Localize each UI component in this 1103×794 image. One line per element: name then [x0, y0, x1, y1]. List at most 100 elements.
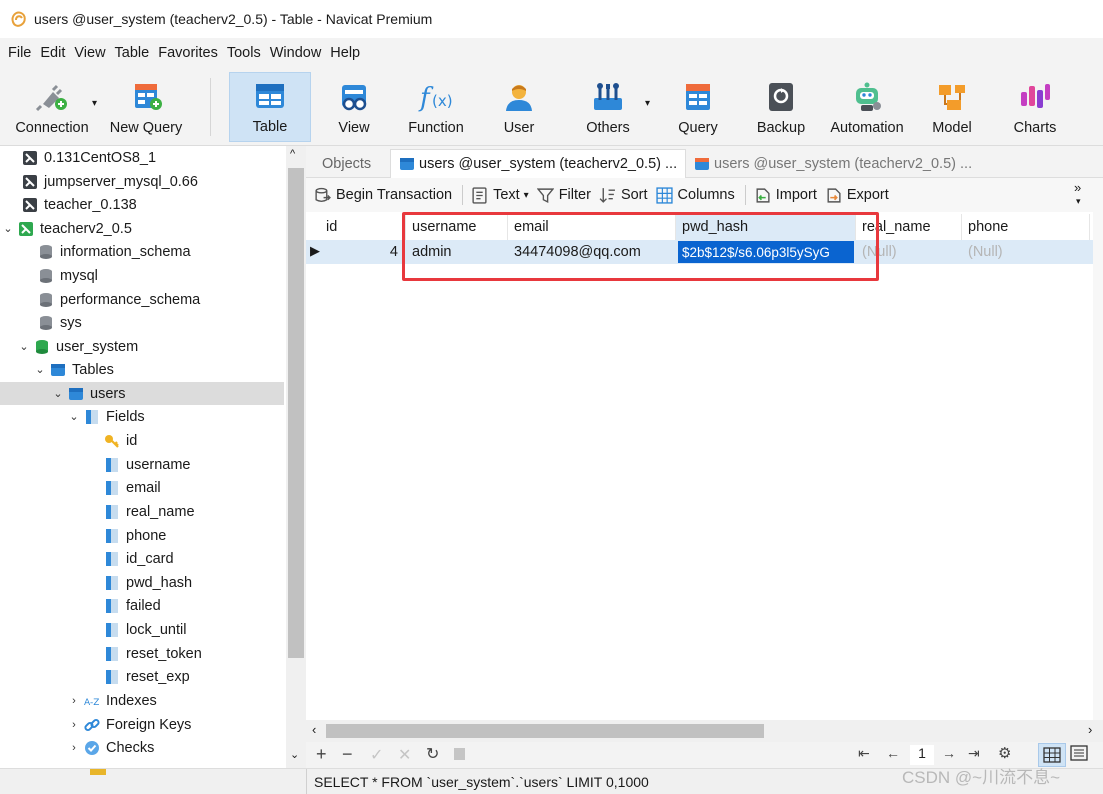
menu-favorites[interactable]: Favorites: [158, 45, 218, 61]
tree-fields[interactable]: ⌄ Fields: [68, 405, 144, 428]
text-button[interactable]: Text ▾: [471, 186, 529, 204]
form-view-button[interactable]: [1070, 745, 1088, 766]
tree-field[interactable]: reset_exp: [104, 665, 190, 688]
query-button[interactable]: Query: [664, 72, 732, 142]
table-button[interactable]: Table: [229, 72, 311, 142]
scroll-right-icon[interactable]: ›: [1088, 722, 1092, 737]
grid-vertical-scrollbar[interactable]: [1093, 212, 1103, 720]
table-icon: [69, 387, 83, 400]
begin-transaction-button[interactable]: Begin Transaction: [314, 187, 452, 204]
cell-phone[interactable]: (Null): [962, 240, 1090, 264]
previous-page-icon[interactable]: ←: [886, 745, 900, 761]
stop-icon[interactable]: [454, 748, 465, 760]
chevron-down-icon[interactable]: ⌄: [68, 410, 80, 423]
scroll-up-icon[interactable]: ^: [290, 148, 295, 160]
tree-database[interactable]: information_schema: [38, 240, 191, 263]
user-icon: [506, 85, 532, 111]
sidebar-scroll-thumb[interactable]: [288, 168, 304, 658]
tree-checks[interactable]: › Checks: [68, 736, 154, 759]
last-page-icon[interactable]: ⇥: [968, 745, 980, 762]
tree-field[interactable]: pwd_hash: [104, 571, 192, 594]
charts-button[interactable]: Charts: [1000, 72, 1070, 142]
tree-field[interactable]: real_name: [104, 500, 195, 523]
tree-field[interactable]: phone: [104, 524, 166, 547]
tree-connection-open[interactable]: ⌄ teacherv2_0.5: [2, 217, 132, 240]
menu-window[interactable]: Window: [270, 45, 322, 61]
others-dropdown-icon[interactable]: ▾: [645, 98, 650, 109]
model-button[interactable]: Model: [920, 72, 984, 142]
sort-button[interactable]: Sort: [599, 187, 648, 204]
chevron-down-icon[interactable]: ⌄: [52, 387, 64, 400]
tree-field[interactable]: failed: [104, 594, 161, 617]
menu-tools[interactable]: Tools: [227, 45, 261, 61]
more-dropdown-icon[interactable]: ▾: [1076, 196, 1081, 207]
column-header-id[interactable]: id: [320, 214, 406, 240]
page-number-input[interactable]: 1: [910, 745, 934, 765]
horizontal-scroll-thumb[interactable]: [326, 724, 764, 738]
export-button[interactable]: Export: [825, 187, 889, 204]
tree-field[interactable]: id_card: [104, 547, 174, 570]
new-query-button[interactable]: New Query: [104, 72, 188, 142]
connection-button[interactable]: Connection: [8, 72, 96, 142]
menu-help[interactable]: Help: [330, 45, 360, 61]
add-record-icon[interactable]: +: [316, 744, 327, 765]
tree-foreign-keys[interactable]: › Foreign Keys: [68, 713, 191, 736]
tree-connection[interactable]: jumpserver_mysql_0.66: [22, 170, 198, 193]
tree-database-open[interactable]: ⌄ user_system: [18, 335, 138, 358]
menu-table[interactable]: Table: [115, 45, 150, 61]
column-header-phone[interactable]: phone: [962, 214, 1090, 240]
database-icon: [40, 244, 52, 259]
discard-changes-icon[interactable]: ✕: [398, 745, 411, 765]
text-dropdown-icon[interactable]: ▾: [524, 190, 529, 201]
function-button[interactable]: f (x) Function: [398, 72, 474, 142]
tree-field[interactable]: email: [104, 476, 161, 499]
tree-field[interactable]: lock_until: [104, 618, 186, 641]
import-button[interactable]: Import: [754, 187, 817, 204]
tree-field-primary-key[interactable]: id: [104, 429, 137, 452]
chevron-right-icon[interactable]: ›: [68, 719, 80, 731]
chevron-right-icon[interactable]: ›: [68, 742, 80, 754]
backup-button[interactable]: Backup: [748, 72, 814, 142]
refresh-icon[interactable]: ↻: [426, 744, 439, 764]
scroll-down-icon[interactable]: ⌄: [290, 748, 299, 761]
more-icon[interactable]: »: [1074, 180, 1081, 195]
tree-tables[interactable]: ⌄ Tables: [34, 358, 114, 381]
columns-button[interactable]: Columns: [655, 186, 735, 204]
tree-database[interactable]: performance_schema: [38, 288, 200, 311]
tree-field[interactable]: reset_token: [104, 642, 202, 665]
chevron-down-icon[interactable]: ⌄: [2, 222, 14, 235]
scroll-left-icon[interactable]: ‹: [312, 722, 316, 737]
view-button[interactable]: View: [318, 72, 390, 142]
tree-indexes[interactable]: › A-Z Indexes: [68, 689, 157, 712]
tree-database[interactable]: mysql: [38, 264, 98, 287]
tree-database[interactable]: sys: [38, 311, 82, 334]
filter-button[interactable]: Filter: [536, 187, 591, 204]
tree-field[interactable]: username: [104, 453, 190, 476]
tree-connection[interactable]: 0.131CentOS8_1: [22, 146, 156, 169]
menu-edit[interactable]: Edit: [40, 45, 65, 61]
tree-connection[interactable]: teacher_0.138: [22, 193, 137, 216]
delete-record-icon[interactable]: −: [342, 744, 353, 765]
cell-id[interactable]: 4: [320, 240, 406, 264]
tree-table-selected[interactable]: ⌄ users: [0, 382, 284, 405]
automation-button[interactable]: Automation: [824, 72, 910, 142]
menu-file[interactable]: File: [8, 45, 31, 61]
navigation-tree: 0.131CentOS8_1 jumpserver_mysql_0.66 tea…: [0, 146, 286, 768]
gear-icon[interactable]: ⚙: [998, 744, 1011, 762]
connection-dropdown-icon[interactable]: ▾: [92, 98, 97, 109]
field-icon: [106, 669, 118, 684]
first-page-icon[interactable]: ⇤: [858, 745, 870, 762]
others-button[interactable]: Others: [570, 72, 646, 142]
chevron-right-icon[interactable]: ›: [68, 695, 80, 707]
next-page-icon[interactable]: →: [942, 745, 956, 761]
menu-view[interactable]: View: [74, 45, 105, 61]
apply-changes-icon[interactable]: ✓: [370, 745, 383, 765]
user-button[interactable]: User: [486, 72, 552, 142]
sidebar-scrollbar[interactable]: ^ ⌄: [286, 146, 306, 768]
tab-users-query[interactable]: users @user_system (teacherv2_0.5) ...: [686, 149, 980, 178]
tab-objects[interactable]: Objects: [314, 149, 379, 178]
grid-horizontal-scrollbar[interactable]: ‹ ›: [306, 720, 1103, 742]
tab-users-table[interactable]: users @user_system (teacherv2_0.5) ...: [390, 149, 687, 178]
chevron-down-icon[interactable]: ⌄: [18, 340, 30, 353]
chevron-down-icon[interactable]: ⌄: [34, 363, 46, 376]
